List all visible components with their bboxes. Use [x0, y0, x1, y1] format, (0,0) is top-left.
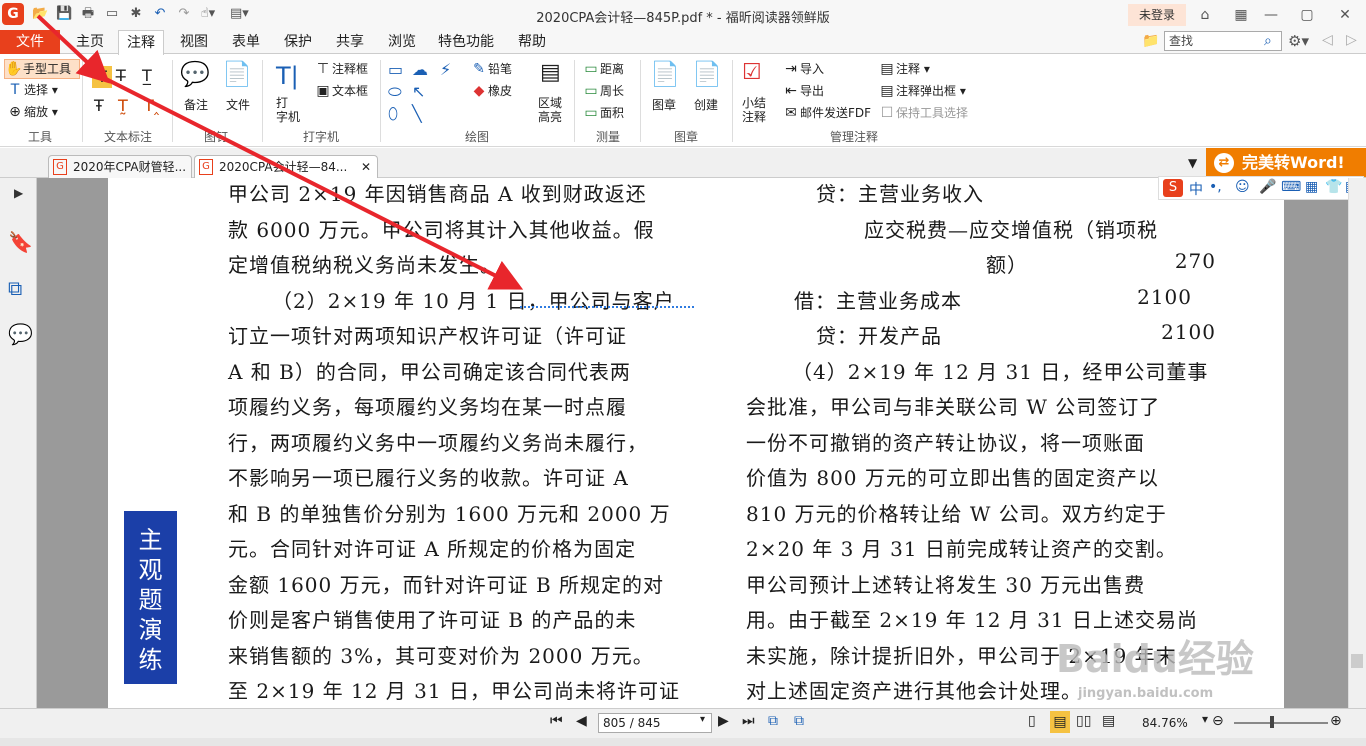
single-page-icon[interactable]: ▯ — [1028, 713, 1036, 729]
next-view-icon[interactable]: ⧉ — [794, 713, 804, 729]
watermark-url: jingyan.baidu.com — [1078, 686, 1214, 701]
zoom-in-icon[interactable]: ⊕ — [1330, 713, 1342, 729]
prev-view-icon[interactable]: ⧉ — [768, 713, 778, 729]
two-page-continuous-icon[interactable]: ▤ — [1102, 713, 1115, 729]
taskbar-strip — [0, 738, 1366, 746]
next-page-icon[interactable]: ▶ — [718, 713, 729, 729]
zoom-slider[interactable] — [1234, 722, 1328, 724]
page-number-input[interactable]: 805 / 845 — [598, 713, 712, 733]
two-page-icon[interactable]: ▯▯ — [1076, 713, 1091, 729]
page-dropdown-icon[interactable]: ▾ — [700, 714, 705, 725]
zoom-level[interactable]: 84.76% — [1142, 716, 1188, 730]
zoom-out-icon[interactable]: ⊖ — [1212, 713, 1224, 729]
prev-page-icon[interactable]: ◀ — [576, 713, 587, 729]
last-page-icon[interactable]: ⏭ — [742, 713, 755, 729]
first-page-icon[interactable]: ⏮ — [550, 713, 563, 729]
arrow-to-highlight-tool — [36, 14, 110, 84]
continuous-page-icon[interactable]: ▤ — [1050, 711, 1070, 733]
baidu-watermark: Baidu经验 — [1056, 637, 1254, 681]
arrow-to-text — [103, 76, 524, 290]
zoom-dropdown-icon[interactable]: ▾ — [1202, 712, 1208, 726]
zoom-slider-thumb[interactable] — [1270, 716, 1274, 728]
